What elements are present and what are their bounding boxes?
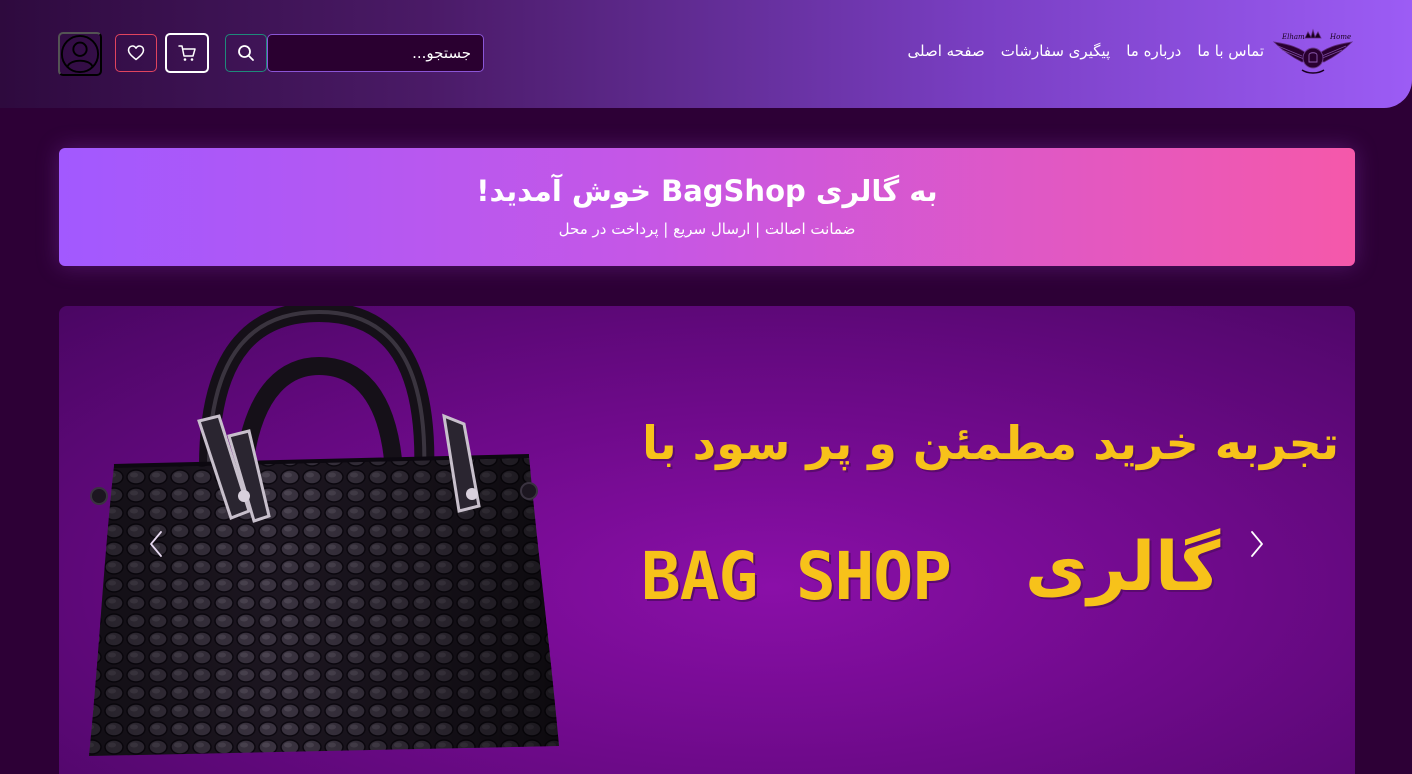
- user-icon: [60, 34, 100, 74]
- hero-carousel: تجربه خرید مطمئن و پر سود با BAG SHOP گا…: [59, 306, 1355, 774]
- nav-link-contact[interactable]: تماس با ما: [1197, 42, 1264, 60]
- cart-button[interactable]: [165, 33, 209, 73]
- main-nav: صفحه اصلی پیگیری سفارشات درباره ما تماس …: [907, 42, 1264, 60]
- carousel-next-button[interactable]: [1242, 526, 1272, 562]
- chevron-right-icon: [1251, 531, 1263, 557]
- carousel-prev-button[interactable]: [141, 526, 171, 562]
- crown-wings-logo-icon: Elham Home: [1272, 28, 1354, 74]
- slide-brand-name: BAG SHOP: [641, 538, 952, 615]
- slide-headline: تجربه خرید مطمئن و پر سود با: [642, 416, 1339, 470]
- account-button[interactable]: [58, 32, 102, 76]
- wishlist-button[interactable]: [115, 34, 157, 72]
- welcome-banner: به گالری BagShop خوش آمدید! ضمانت اصالت …: [59, 148, 1355, 266]
- site-header: Elham Home صفحه اصلی پیگیری سفارشات دربا…: [0, 0, 1412, 108]
- search-icon: [238, 45, 254, 61]
- site-logo[interactable]: Elham Home: [1272, 28, 1354, 74]
- search-input[interactable]: [267, 34, 484, 72]
- search-button[interactable]: [225, 34, 267, 72]
- nav-link-home[interactable]: صفحه اصلی: [907, 42, 984, 60]
- nav-link-order-tracking[interactable]: پیگیری سفارشات: [1001, 42, 1111, 60]
- heart-icon: [127, 45, 145, 61]
- welcome-subtitle: ضمانت اصالت | ارسال سریع | پرداخت در محل: [558, 220, 856, 238]
- welcome-title: به گالری BagShop خوش آمدید!: [476, 174, 938, 208]
- slide-gallery-word: گالری: [1025, 528, 1221, 607]
- nav-link-about[interactable]: درباره ما: [1126, 42, 1181, 60]
- chevron-left-icon: [150, 531, 162, 557]
- cart-icon: [178, 45, 196, 61]
- svg-text:Home: Home: [1329, 33, 1351, 41]
- handbag-image: [89, 306, 559, 756]
- svg-text:Elham: Elham: [1281, 33, 1305, 41]
